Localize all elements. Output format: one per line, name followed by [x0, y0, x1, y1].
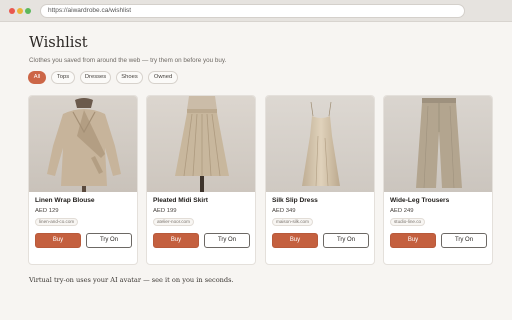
store-badge[interactable]: atelier-noor.com: [153, 218, 194, 226]
product-card[interactable]: Pleated Midi Skirt AED 199 atelier-noor.…: [146, 95, 256, 265]
store-badge[interactable]: studio-line.co: [390, 218, 426, 226]
dress-photo-icon[interactable]: [266, 96, 375, 192]
trousers-photo-icon[interactable]: [384, 96, 493, 192]
footer-note: Virtual try-on uses your AI avatar — see…: [29, 276, 234, 284]
try-on-button[interactable]: Try On: [441, 233, 487, 248]
close-window-icon[interactable]: [9, 8, 15, 14]
page-title: Wishlist: [29, 35, 88, 51]
product-name: Pleated Midi Skirt: [153, 197, 208, 204]
store-badge[interactable]: linen-and-co.com: [35, 218, 79, 226]
product-name: Silk Slip Dress: [272, 197, 318, 204]
try-on-button[interactable]: Try On: [86, 233, 132, 248]
blouse-photo-icon[interactable]: [29, 96, 138, 192]
product-name: Wide-Leg Trousers: [390, 197, 450, 204]
browser-window: https://aiwardrobe.ca/wishlist Wishlist …: [0, 0, 512, 320]
product-card[interactable]: Linen Wrap Blouse AED 129 linen-and-co.c…: [28, 95, 138, 265]
buy-button[interactable]: Buy: [390, 233, 436, 248]
filter-owned[interactable]: Owned: [148, 71, 178, 84]
product-price: AED 129: [35, 208, 59, 214]
filter-all[interactable]: All: [28, 71, 46, 84]
try-on-button[interactable]: Try On: [204, 233, 250, 248]
product-card[interactable]: Silk Slip Dress AED 349 maison-silk.com …: [265, 95, 375, 265]
browser-toolbar: https://aiwardrobe.ca/wishlist: [0, 0, 512, 22]
try-on-button[interactable]: Try On: [323, 233, 369, 248]
filter-tops[interactable]: Tops: [51, 71, 75, 84]
product-price: AED 349: [272, 208, 296, 214]
store-badge[interactable]: maison-silk.com: [272, 218, 313, 226]
skirt-photo-icon[interactable]: [147, 96, 256, 192]
product-price: AED 199: [153, 208, 177, 214]
filter-shoes[interactable]: Shoes: [116, 71, 143, 84]
maximize-window-icon[interactable]: [25, 8, 31, 14]
wishlist-page: Wishlist Clothes you saved from around t…: [0, 22, 512, 320]
buy-button[interactable]: Buy: [153, 233, 199, 248]
product-price: AED 249: [390, 208, 414, 214]
minimize-window-icon[interactable]: [17, 8, 23, 14]
page-subtitle: Clothes you saved from around the web — …: [29, 57, 227, 64]
filter-dresses[interactable]: Dresses: [80, 71, 111, 84]
buy-button[interactable]: Buy: [35, 233, 81, 248]
product-name: Linen Wrap Blouse: [35, 197, 95, 204]
address-bar[interactable]: https://aiwardrobe.ca/wishlist: [40, 4, 465, 18]
product-card[interactable]: Wide-Leg Trousers AED 249 studio-line.co…: [383, 95, 493, 265]
buy-button[interactable]: Buy: [272, 233, 318, 248]
